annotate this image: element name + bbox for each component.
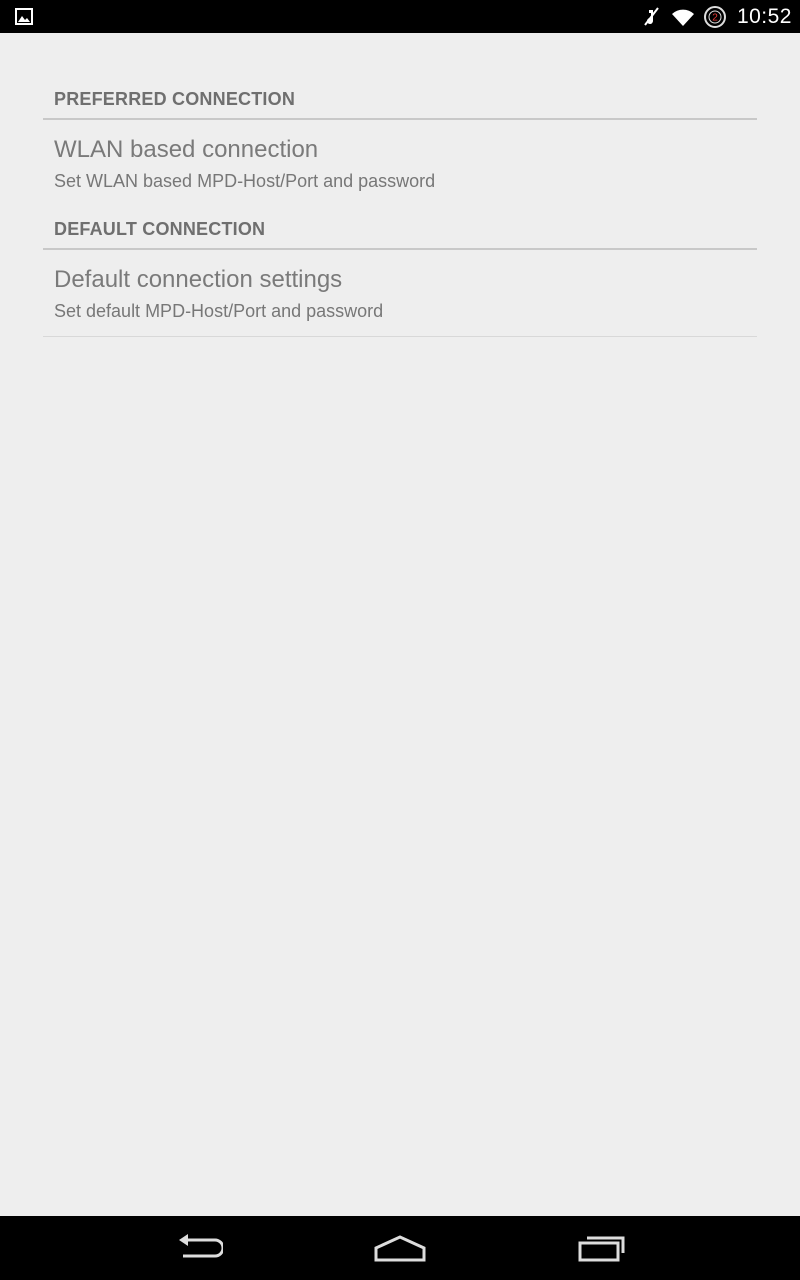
notification-count: 2 <box>712 12 718 23</box>
image-notification-icon <box>15 8 33 25</box>
pref-item-title: Default connection settings <box>54 266 343 293</box>
pref-item-summary: Set WLAN based MPD-Host/Port and passwor… <box>54 171 436 191</box>
home-icon <box>374 1235 426 1262</box>
back-button[interactable] <box>151 1224 247 1272</box>
mute-icon <box>644 6 659 26</box>
category-title: PREFERRED CONNECTION <box>54 89 296 109</box>
pref-item-default-connection[interactable]: Default connection settings Set default … <box>43 250 757 337</box>
recent-apps-button[interactable] <box>554 1224 650 1272</box>
category-preferred-connection: PREFERRED CONNECTION <box>43 71 757 120</box>
pref-item-summary: Set default MPD-Host/Port and password <box>54 301 384 321</box>
category-default-connection: DEFAULT CONNECTION <box>43 202 757 250</box>
pref-item-title: WLAN based connection <box>54 136 319 163</box>
category-title: DEFAULT CONNECTION <box>54 219 266 239</box>
preferences-screen: PREFERRED CONNECTION WLAN based connecti… <box>0 33 800 1216</box>
pref-item-wlan-connection[interactable]: WLAN based connection Set WLAN based MPD… <box>43 120 757 202</box>
home-button[interactable] <box>352 1224 448 1272</box>
clock-time: 10:52 <box>736 4 792 28</box>
recent-apps-icon <box>578 1236 625 1262</box>
notification-count-icon: 2 <box>703 5 726 28</box>
navigation-bar <box>0 1216 800 1280</box>
status-bar: 2 10:52 <box>0 0 800 33</box>
preference-list: PREFERRED CONNECTION WLAN based connecti… <box>43 33 757 337</box>
status-icons: 2 10:52 <box>639 0 792 33</box>
wifi-icon <box>671 9 694 26</box>
back-icon <box>179 1234 223 1258</box>
